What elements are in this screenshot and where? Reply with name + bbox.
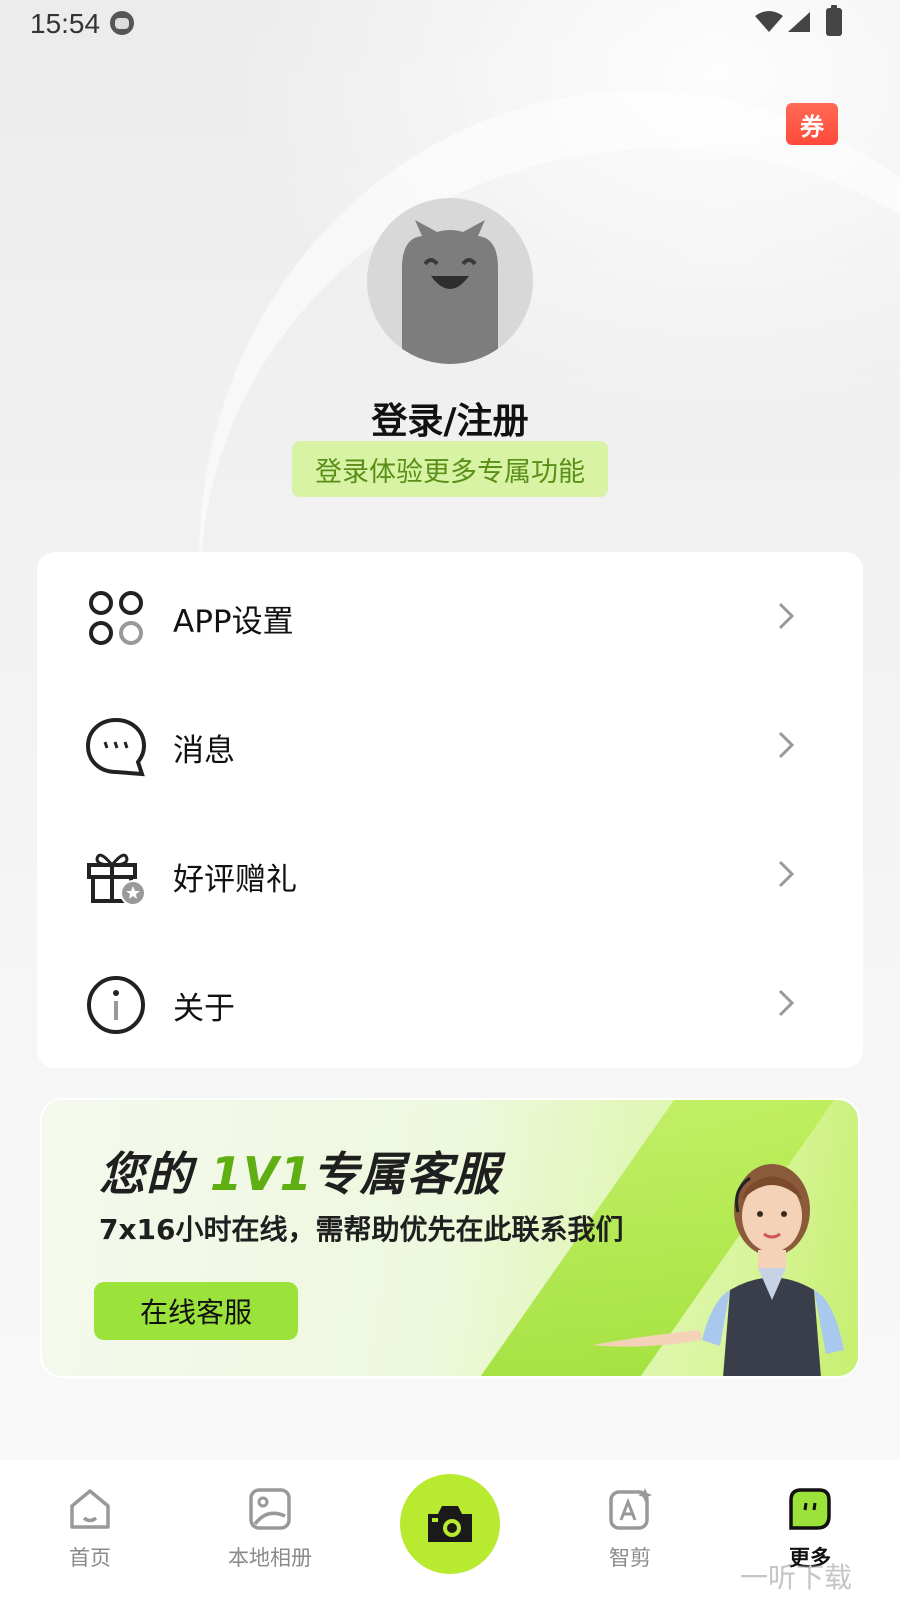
signal-icon [788,12,810,32]
camera-icon [428,1506,472,1542]
message-bubble-icon [85,717,147,777]
coupon-button[interactable]: 券 [786,103,838,145]
menu-item-messages[interactable]: 消息 [37,681,863,810]
status-bar: 15:54 [0,0,900,48]
menu-item-review-gift[interactable]: 好评赠礼 [37,810,863,939]
login-subtitle-badge[interactable]: 登录体验更多专属功能 [292,441,608,497]
status-time: 15:54 [30,8,101,39]
battery-icon [826,5,842,36]
tab-local-album[interactable]: 本地相册 [210,1480,330,1590]
info-icon [87,976,145,1034]
avatar[interactable] [367,198,533,364]
customer-service-banner[interactable]: 您的 1V1专属客服 7x16小时在线，需帮助优先在此联系我们 在线客服 [40,1098,860,1378]
chevron-right-icon [778,602,795,630]
chevron-right-icon [778,731,795,759]
online-service-button[interactable]: 在线客服 [94,1282,298,1340]
notification-cat-icon [110,11,134,35]
wifi-icon [755,11,783,32]
service-agent-illustration [592,1164,844,1376]
menu-item-app-settings[interactable]: APP设置 [37,552,863,681]
menu-card: APP设置 消息 好评赠礼 关于 [37,552,863,1068]
more-icon [789,1488,831,1530]
login-register-link[interactable]: 登录/注册 [0,392,900,444]
watermark: 一听下载 [740,1561,853,1594]
menu-item-label: 关于 [173,991,235,1027]
tab-label: 首页 [69,1546,111,1570]
tab-smart-edit[interactable]: 智剪 [570,1480,690,1590]
tab-label: 智剪 [609,1546,651,1570]
menu-item-label: 好评赠礼 [173,862,297,898]
banner-title-pre: 您的 [99,1147,211,1201]
banner-title-highlight: 1V1 [210,1147,313,1201]
menu-item-label: APP设置 [173,604,294,640]
chevron-right-icon [778,989,795,1017]
album-icon [249,1488,291,1530]
tab-home[interactable]: 首页 [30,1480,150,1590]
home-icon [70,1489,110,1529]
ai-edit-icon [609,1488,652,1530]
banner-subtitle: 7x16小时在线，需帮助优先在此联系我们 [99,1213,624,1246]
tab-label: 本地相册 [228,1546,312,1570]
gift-icon [87,853,146,906]
menu-item-label: 消息 [173,733,235,769]
settings-grid-icon [89,591,143,645]
banner-title-post: 专属客服 [312,1147,501,1201]
banner-title: 您的 1V1专属客服 [99,1138,501,1204]
avatar-mascot-icon [402,220,498,364]
camera-button[interactable] [400,1474,500,1574]
chevron-right-icon [778,860,795,888]
menu-item-about[interactable]: 关于 [37,939,863,1068]
